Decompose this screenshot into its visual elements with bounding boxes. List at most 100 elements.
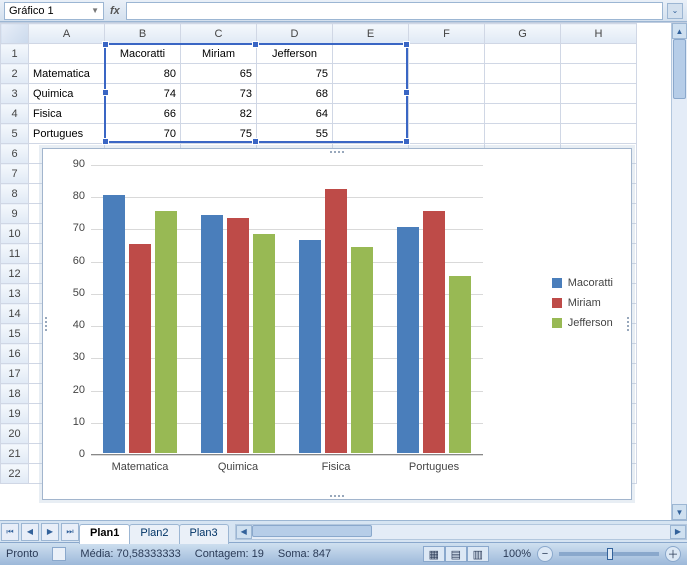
cell[interactable] <box>409 124 485 144</box>
view-page-break-icon[interactable]: ▥ <box>467 546 489 562</box>
name-box[interactable]: Gráfico 1 ▼ <box>4 2 104 20</box>
cell[interactable]: 73 <box>181 84 257 104</box>
cell[interactable]: 55 <box>257 124 333 144</box>
worksheet-grid[interactable]: A B C D E F G H 1 MacorattiMiriamJefferso… <box>0 22 687 520</box>
tab-nav-last-icon[interactable]: ⏭ <box>61 523 79 541</box>
row-header[interactable]: 4 <box>1 104 29 124</box>
cell[interactable]: 68 <box>257 84 333 104</box>
row-header[interactable]: 6 <box>1 144 29 164</box>
cell[interactable] <box>333 64 409 84</box>
cell[interactable] <box>333 44 409 64</box>
cell[interactable]: Miriam <box>181 44 257 64</box>
col-header[interactable]: E <box>333 24 409 44</box>
cell[interactable] <box>485 104 561 124</box>
tab-nav-prev-icon[interactable]: ◀ <box>21 523 39 541</box>
cell[interactable] <box>561 84 637 104</box>
col-header[interactable]: H <box>561 24 637 44</box>
cell[interactable]: Macoratti <box>105 44 181 64</box>
vertical-scrollbar[interactable]: ▲ ▼ <box>671 23 687 520</box>
row-header[interactable]: 8 <box>1 184 29 204</box>
formula-input[interactable] <box>126 2 663 20</box>
zoom-in-icon[interactable]: ＋ <box>665 546 681 562</box>
cell[interactable] <box>333 104 409 124</box>
scroll-left-icon[interactable]: ◀ <box>236 525 252 539</box>
scroll-up-icon[interactable]: ▲ <box>672 23 687 39</box>
row-header[interactable]: 21 <box>1 444 29 464</box>
col-header[interactable]: B <box>105 24 181 44</box>
col-header[interactable]: G <box>485 24 561 44</box>
cell[interactable]: 75 <box>181 124 257 144</box>
cell[interactable] <box>333 84 409 104</box>
cell[interactable] <box>485 124 561 144</box>
col-header[interactable]: F <box>409 24 485 44</box>
row-header[interactable]: 11 <box>1 244 29 264</box>
cell[interactable] <box>29 44 105 64</box>
row-header[interactable]: 7 <box>1 164 29 184</box>
tab-nav-first-icon[interactable]: ⏮ <box>1 523 19 541</box>
cell[interactable]: 70 <box>105 124 181 144</box>
zoom-level[interactable]: 100% <box>503 548 531 560</box>
cell[interactable]: Matematica <box>29 64 105 84</box>
cell[interactable]: Jefferson <box>257 44 333 64</box>
cell[interactable] <box>561 44 637 64</box>
cell[interactable]: Fisica <box>29 104 105 124</box>
zoom-slider[interactable] <box>559 552 659 556</box>
row-header[interactable]: 2 <box>1 64 29 84</box>
cell[interactable]: 65 <box>181 64 257 84</box>
row-header[interactable]: 13 <box>1 284 29 304</box>
view-page-layout-icon[interactable]: ▤ <box>445 546 467 562</box>
cell[interactable]: Portugues <box>29 124 105 144</box>
cell[interactable] <box>409 84 485 104</box>
col-header[interactable]: D <box>257 24 333 44</box>
cell[interactable] <box>561 124 637 144</box>
cell[interactable]: Quimica <box>29 84 105 104</box>
col-header[interactable]: C <box>181 24 257 44</box>
scroll-thumb[interactable] <box>252 525 372 537</box>
view-normal-icon[interactable]: ▦ <box>423 546 445 562</box>
row-header[interactable]: 19 <box>1 404 29 424</box>
horizontal-scrollbar[interactable]: ◀ ▶ <box>235 524 687 540</box>
cell[interactable] <box>485 64 561 84</box>
row-header[interactable]: 9 <box>1 204 29 224</box>
tab-nav-next-icon[interactable]: ▶ <box>41 523 59 541</box>
row-header[interactable]: 22 <box>1 464 29 484</box>
zoom-out-icon[interactable]: − <box>537 546 553 562</box>
row-header[interactable]: 15 <box>1 324 29 344</box>
scroll-thumb[interactable] <box>673 39 686 99</box>
sheet-tab-plan1[interactable]: Plan1 <box>79 524 130 544</box>
embedded-chart[interactable]: MacorattiMiriamJefferson 010203040506070… <box>42 148 632 500</box>
row-header[interactable]: 12 <box>1 264 29 284</box>
row-header[interactable]: 20 <box>1 424 29 444</box>
row-header[interactable]: 10 <box>1 224 29 244</box>
row-header[interactable]: 16 <box>1 344 29 364</box>
cell[interactable]: 75 <box>257 64 333 84</box>
cell[interactable] <box>485 44 561 64</box>
row-header[interactable]: 14 <box>1 304 29 324</box>
col-header[interactable]: A <box>29 24 105 44</box>
row-header[interactable]: 18 <box>1 384 29 404</box>
cell[interactable] <box>409 64 485 84</box>
cell[interactable]: 74 <box>105 84 181 104</box>
scroll-down-icon[interactable]: ▼ <box>672 504 687 520</box>
cell[interactable] <box>409 104 485 124</box>
cell[interactable]: 80 <box>105 64 181 84</box>
sheet-tab-plan3[interactable]: Plan3 <box>179 524 229 544</box>
cell[interactable] <box>333 124 409 144</box>
row-header[interactable]: 17 <box>1 364 29 384</box>
cell[interactable] <box>485 84 561 104</box>
sheet-tab-plan2[interactable]: Plan2 <box>129 524 179 544</box>
scroll-right-icon[interactable]: ▶ <box>670 525 686 539</box>
row-header[interactable]: 1 <box>1 44 29 64</box>
fx-icon[interactable]: fx <box>110 5 120 17</box>
cell[interactable]: 82 <box>181 104 257 124</box>
cell[interactable]: 66 <box>105 104 181 124</box>
select-all-corner[interactable] <box>1 24 29 44</box>
macro-record-icon[interactable] <box>52 547 66 561</box>
cell[interactable] <box>409 44 485 64</box>
expand-formula-bar-icon[interactable]: ⌄ <box>667 3 683 19</box>
cell[interactable]: 64 <box>257 104 333 124</box>
cell[interactable] <box>561 104 637 124</box>
row-header[interactable]: 3 <box>1 84 29 104</box>
cell[interactable] <box>561 64 637 84</box>
chevron-down-icon[interactable]: ▼ <box>91 6 99 15</box>
